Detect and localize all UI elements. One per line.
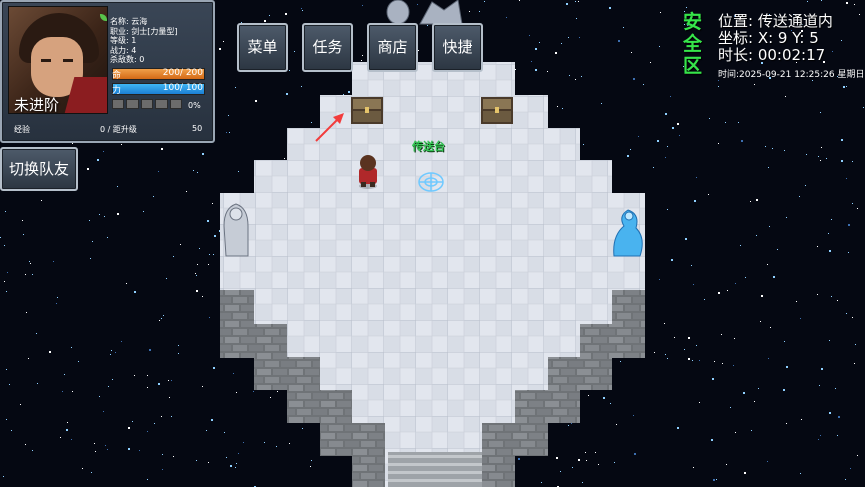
coords-text: 坐标: X: 9 Y: 5 [718, 29, 819, 47]
mp-value: 100/ 100 [162, 83, 203, 93]
kills-text: 杀敌数: 0 [110, 55, 145, 64]
teleport-circle [418, 172, 444, 192]
floor [220, 62, 645, 487]
location-text: 位置: 传送通道内 [718, 12, 833, 30]
name-text: 名称: 云海 [110, 17, 148, 26]
power-text: 战力: 4 [110, 45, 137, 55]
menu-button[interactable]: 菜单 [237, 23, 288, 72]
shop-button[interactable]: 商店 [367, 23, 418, 72]
clock-text: 时间:2025-09-21 12:25:26 星期日 [718, 70, 865, 80]
mp-bar: 力 100/ 100 [112, 83, 205, 96]
xp-segments [112, 99, 183, 109]
treasure-chest-left [351, 97, 383, 124]
task-button[interactable]: 任务 [302, 23, 353, 72]
exp-value: 0 / 距升级 [100, 125, 137, 134]
teleport-label: 传送台 [412, 140, 445, 153]
stairs [388, 452, 482, 487]
character-info: 名称: 云海 职业: 剑士[力量型] 等级: 1 战力: 4 杀敌数: 0 [110, 17, 177, 65]
job-text: 职业: 剑士[力量型] [110, 26, 178, 36]
top-statues [386, 0, 463, 25]
mp-label: 力 [112, 86, 122, 96]
duration-text: 时长: 00:02:17 [718, 46, 826, 64]
exp-label: 经验 [14, 125, 30, 134]
quick-button[interactable]: 快捷 [432, 23, 483, 72]
xp-percent: 0% [188, 101, 201, 110]
stone-statue-left [223, 203, 249, 257]
rank-label: 未进阶 [14, 96, 60, 114]
treasure-chest-right [481, 97, 513, 124]
hp-bar: 命 200/ 200 [112, 68, 205, 81]
switch-party-button[interactable]: 切换队友 [0, 147, 78, 191]
character-status-panel: 未进阶 名称: 云海 职业: 剑士[力量型] 等级: 1 战力: 4 杀敌数: … [0, 0, 215, 143]
level-text: 等级: 1 [110, 36, 137, 45]
exp-next: 50 [192, 124, 203, 133]
player-character [359, 155, 377, 189]
safe-zone-indicator: 安全区 [683, 11, 703, 77]
hp-label: 命 [112, 71, 122, 81]
location-info: 位置: 传送通道内 坐标: X: 9 Y: 5 时长: 00:02:17 [718, 13, 833, 64]
hp-value: 200/ 200 [162, 68, 203, 78]
